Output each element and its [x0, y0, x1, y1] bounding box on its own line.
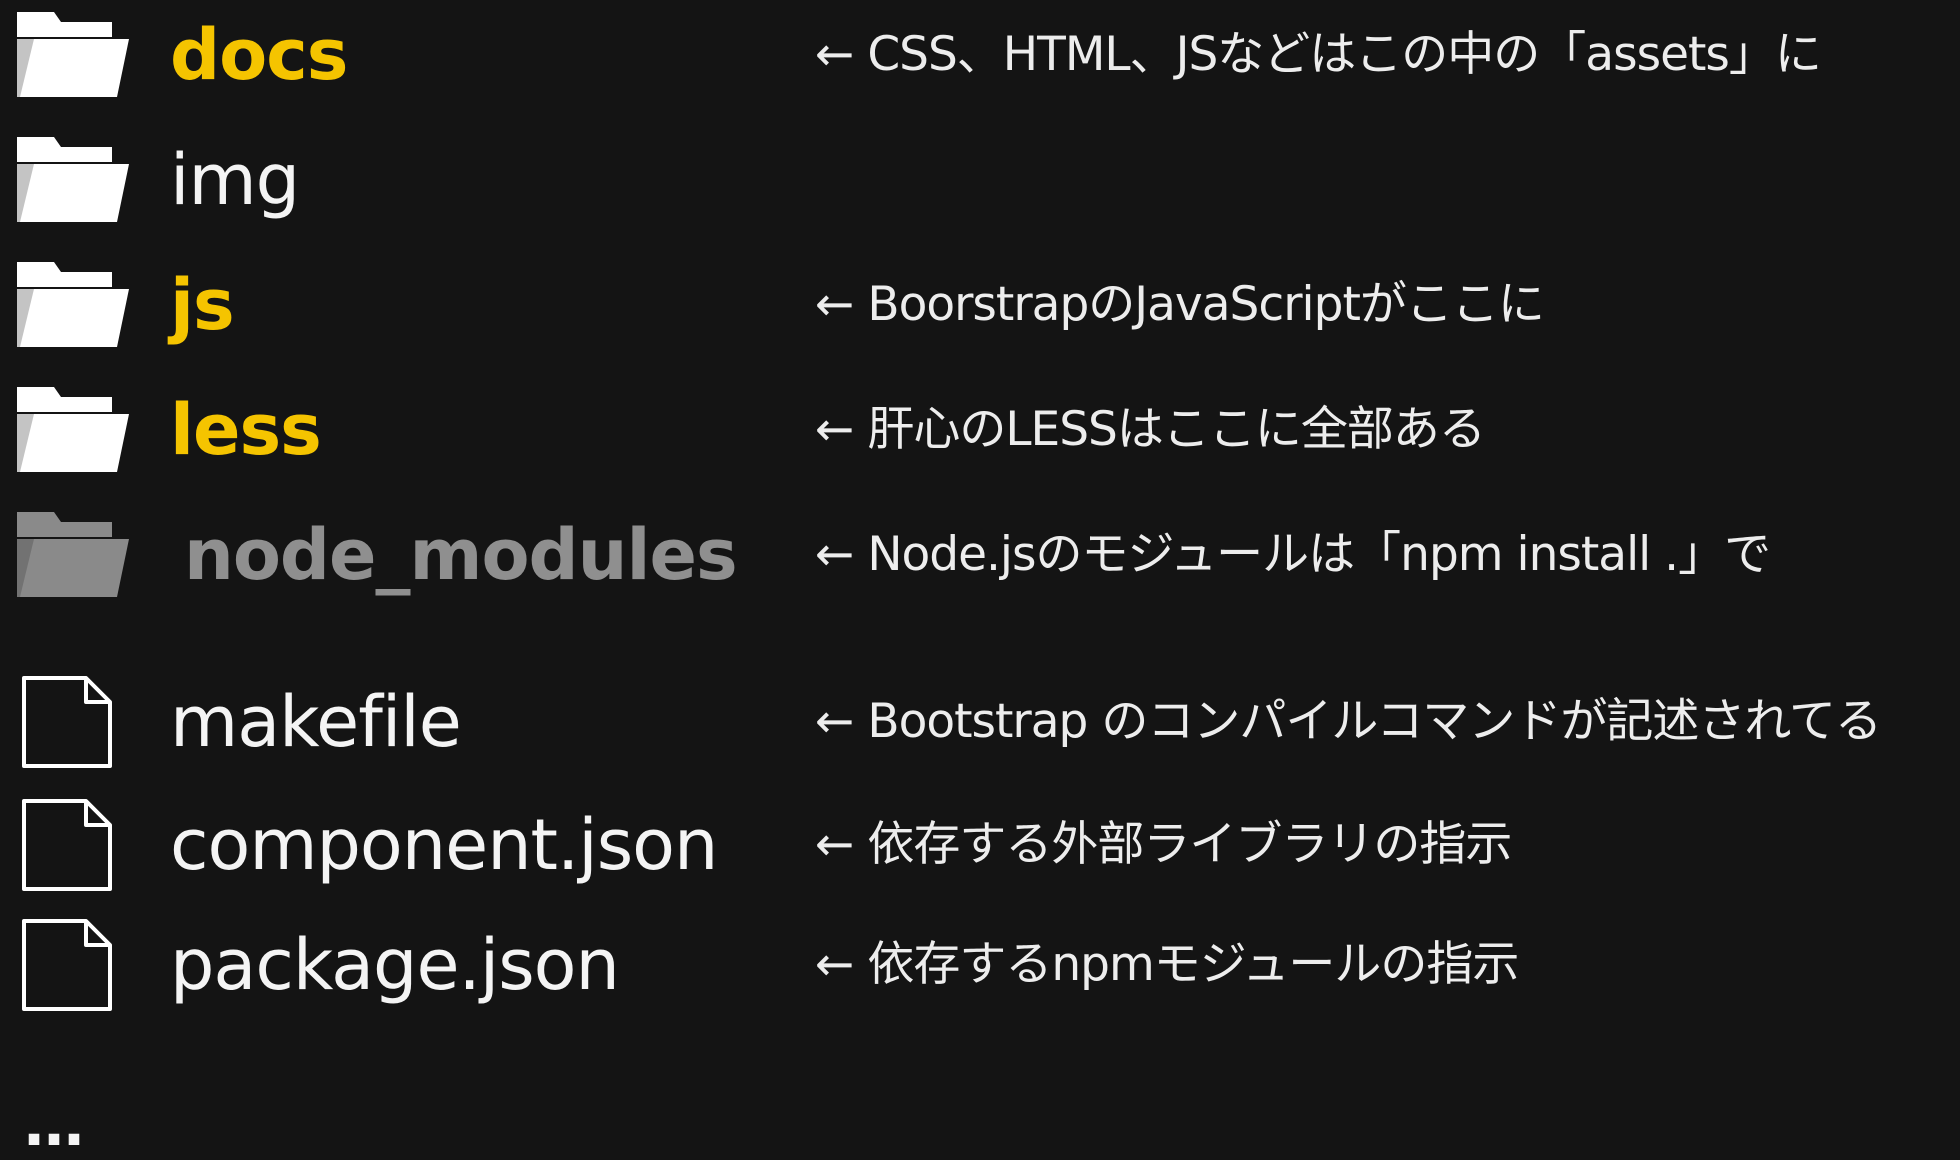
file-row-makefile[interactable]: makefile ← Bootstrap のコンパイルコマンドが記述されてる [0, 672, 1960, 772]
entry-description: ← BoorstrapのJavaScriptがここに [815, 277, 1545, 332]
folder-icon [14, 255, 132, 355]
folder-icon [14, 130, 132, 230]
file-name: package.json [170, 924, 620, 1006]
folder-row-node-modules[interactable]: node_modules ← Node.jsのモジュールは「npm instal… [0, 505, 1960, 605]
file-icon [14, 672, 132, 772]
folder-row-less[interactable]: less ← 肝心のLESSはここに全部ある [0, 380, 1960, 480]
entry-description: ← 肝心のLESSはここに全部ある [815, 402, 1486, 457]
folder-row-js[interactable]: js ← BoorstrapのJavaScriptがここに [0, 255, 1960, 355]
folder-name: js [170, 264, 235, 346]
folder-icon [14, 5, 132, 105]
more-ellipsis: … [24, 1090, 88, 1160]
file-name: makefile [170, 681, 462, 763]
folder-name: docs [170, 14, 348, 96]
file-name: component.json [170, 804, 718, 886]
entry-description: ← CSS、HTML、JSなどはこの中の「assets」に [815, 27, 1822, 82]
entry-description: ← Bootstrap のコンパイルコマンドが記述されてる [815, 694, 1882, 749]
file-icon [14, 795, 132, 895]
file-icon [14, 915, 132, 1015]
folder-icon [14, 380, 132, 480]
folder-row-docs[interactable]: docs ← CSS、HTML、JSなどはこの中の「assets」に [0, 5, 1960, 105]
file-row-component-json[interactable]: component.json ← 依存する外部ライブラリの指示 [0, 795, 1960, 895]
folder-name: node_modules [184, 514, 738, 596]
file-row-package-json[interactable]: package.json ← 依存するnpmモジュールの指示 [0, 915, 1960, 1015]
entry-description: ← 依存する外部ライブラリの指示 [815, 817, 1512, 872]
folder-row-img[interactable]: img [0, 130, 1960, 230]
entry-description: ← 依存するnpmモジュールの指示 [815, 937, 1519, 992]
folder-name: less [170, 389, 322, 471]
folder-icon [14, 505, 132, 605]
entry-description: ← Node.jsのモジュールは「npm install .」で [815, 527, 1771, 582]
folder-name: img [170, 139, 300, 221]
